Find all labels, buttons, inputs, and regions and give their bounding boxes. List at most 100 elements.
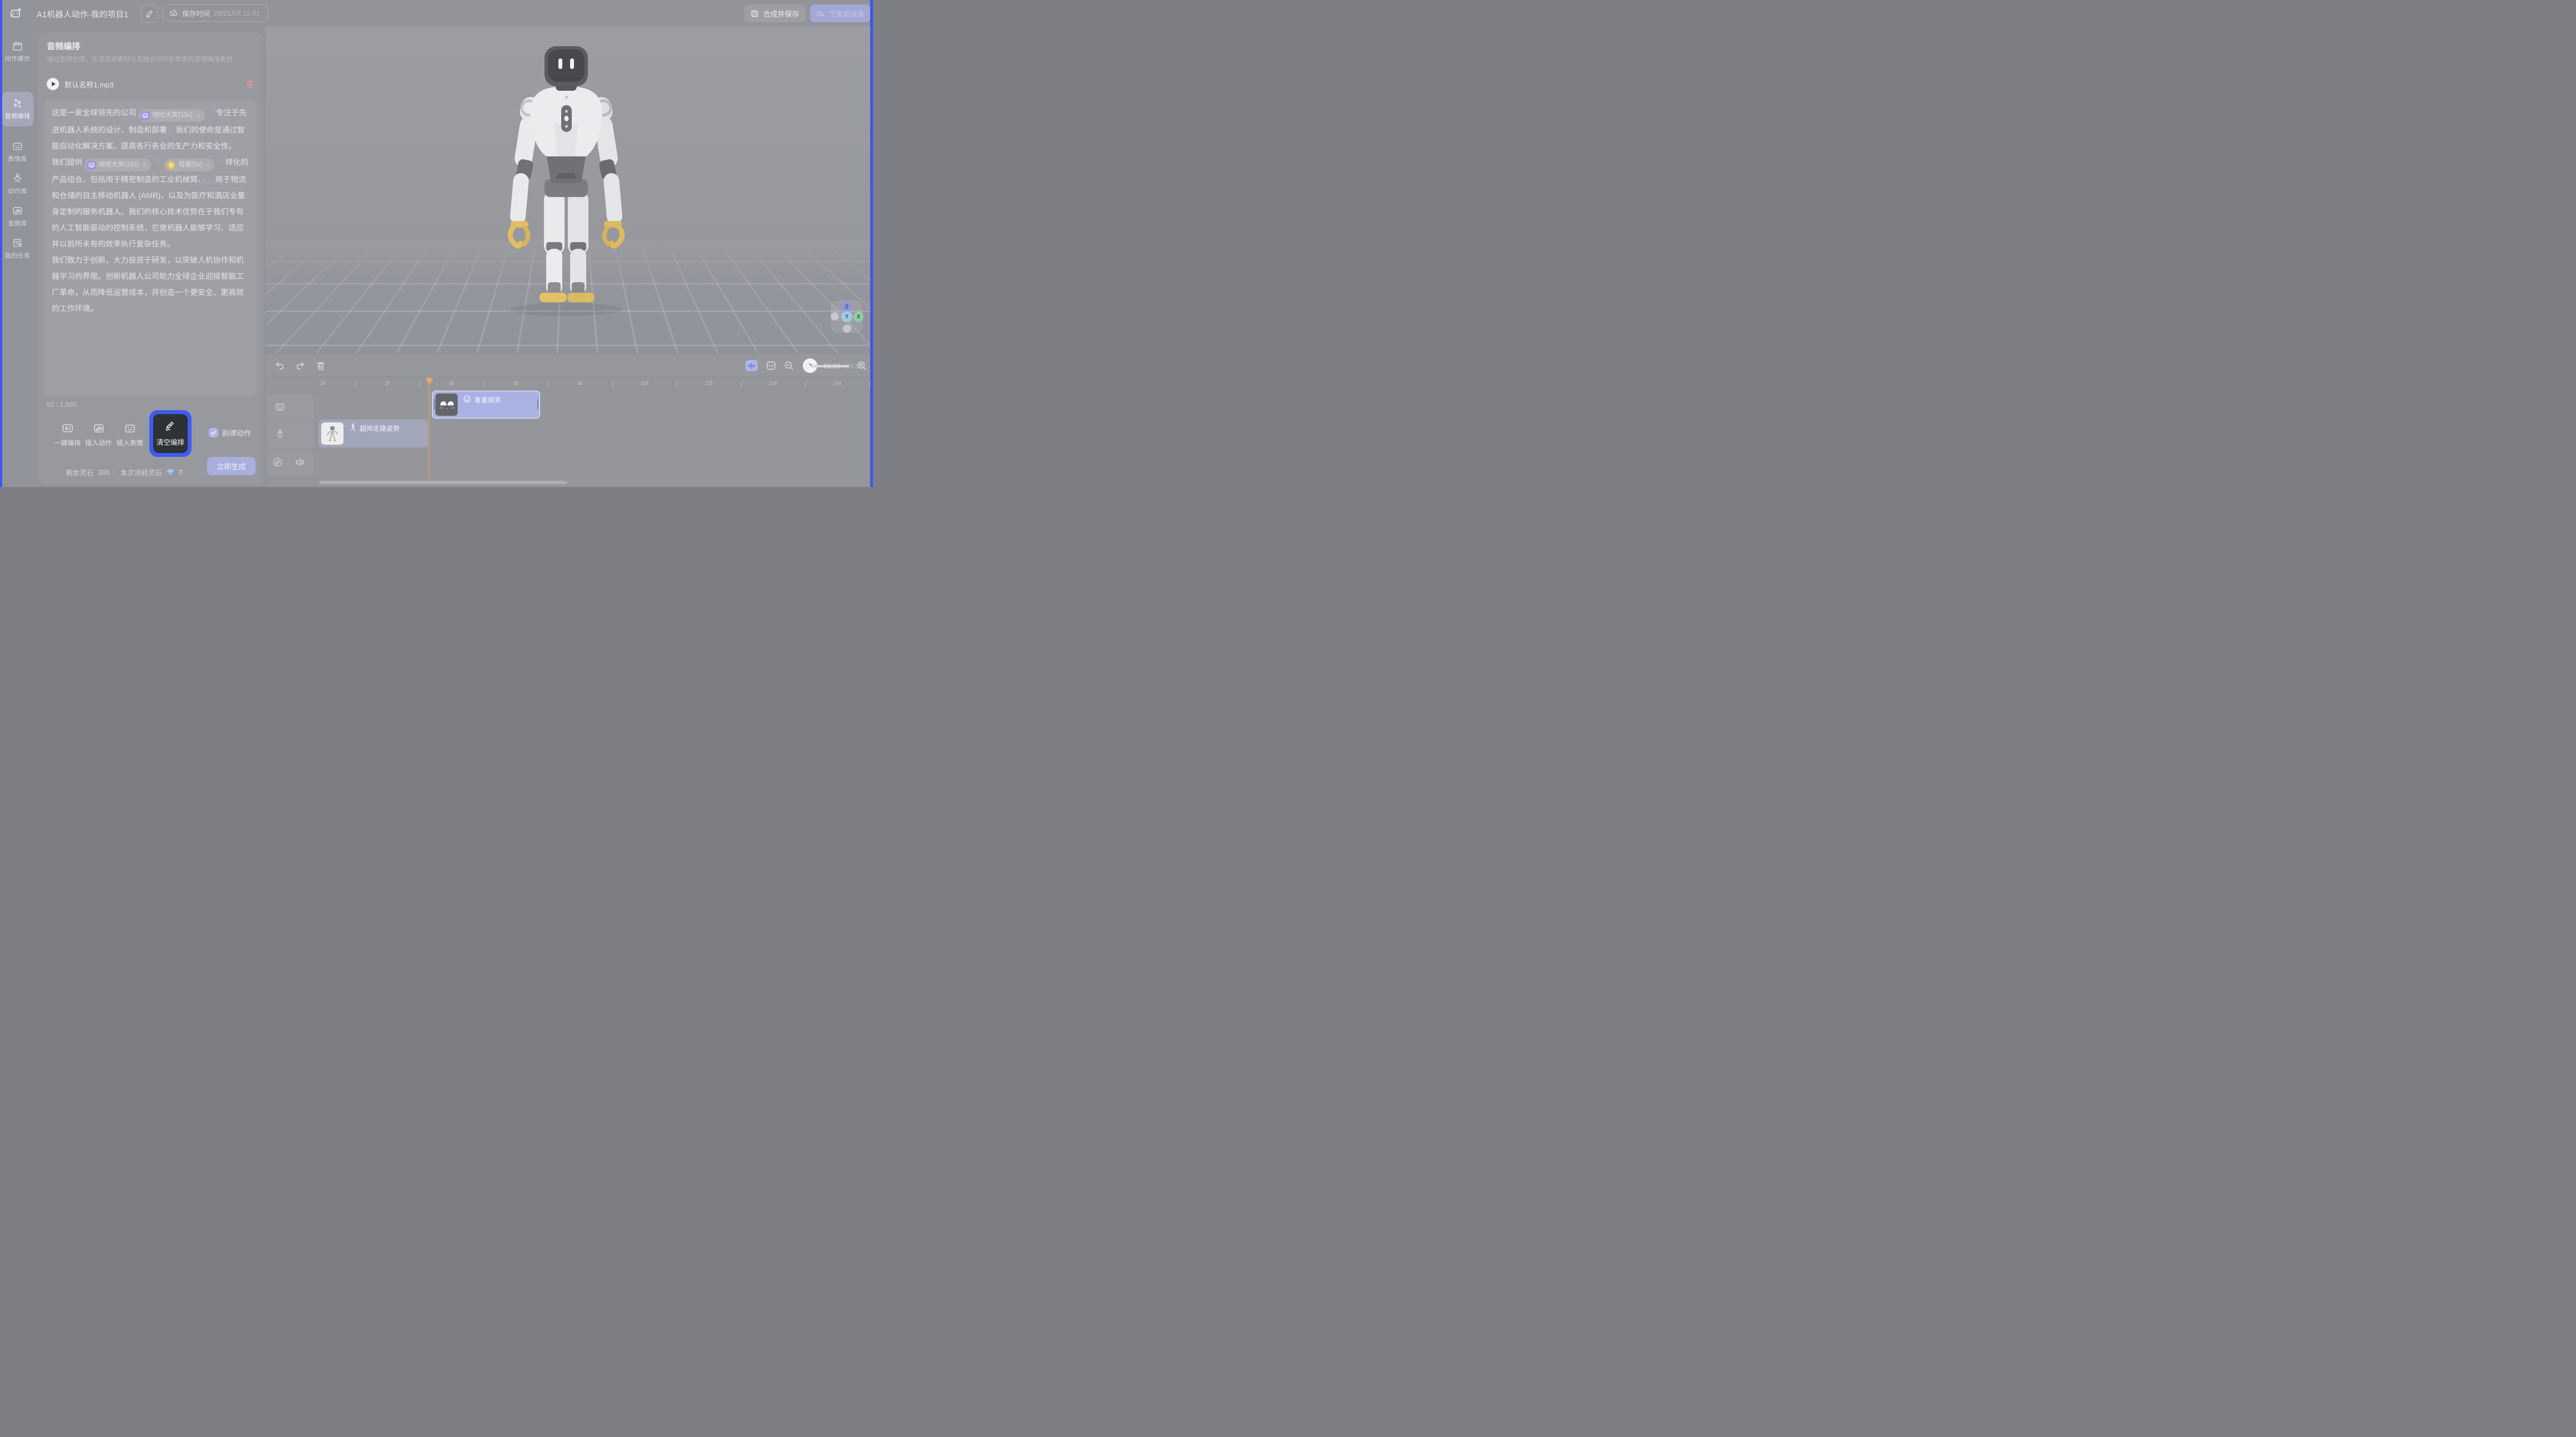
remaining-stones-value: 300 — [98, 469, 110, 476]
sidebar-item-audio-library[interactable]: 音频库 — [0, 205, 35, 228]
generate-now-button[interactable]: 立即生成 — [207, 457, 256, 475]
speaker-icon[interactable] — [295, 457, 305, 467]
deploy-device-button[interactable]: 下发到设备 — [810, 4, 870, 22]
playback-controls-bar: 00:00 / 00:30 — [266, 353, 873, 377]
motion-clip-thumbnail — [321, 422, 344, 445]
audio-play-button[interactable] — [47, 78, 59, 90]
sidebar-item-audio-arrange[interactable]: 音频编排 — [0, 97, 35, 120]
robot-face-icon — [87, 161, 96, 170]
snap-toggle-icon[interactable] — [745, 360, 758, 371]
viewport-3d[interactable]: Z Y X — [266, 26, 870, 353]
one-click-arrange-button[interactable]: 一键编排 — [52, 422, 82, 447]
script-text: 用于物流和仓储的自主移动机器人 (AMR)，以及为医疗和酒店业量身定制的服务机器… — [52, 175, 246, 248]
app-logo-icon — [9, 7, 23, 20]
clear-arrange-button[interactable]: 清空编排 — [153, 414, 188, 453]
timeline-ruler[interactable]: 0f2f4f6f8f10f12f14f16f — [266, 377, 873, 393]
zoom-slider-handle[interactable] — [804, 363, 811, 370]
expression-clip-label: 害羞微笑 — [474, 395, 501, 405]
timeline-zoom-slider[interactable] — [804, 365, 849, 367]
cost-stones-value: 0 — [179, 469, 183, 476]
rename-button[interactable] — [141, 4, 158, 23]
ruler-minor-tick — [612, 382, 613, 387]
sidebar-item-motion-mimic[interactable]: 动作模仿 — [0, 40, 35, 63]
zoom-in-icon[interactable] — [857, 361, 867, 371]
ruler-frame-label: 4f — [449, 381, 454, 387]
audio-arrange-panel: 音频编排 通过音频处理，生成音频素材以及融合动作和表情的音频编排素材 默认名称1… — [38, 32, 263, 485]
robot-model[interactable] — [488, 44, 644, 322]
fit-timeline-icon[interactable] — [766, 360, 777, 371]
remove-tag-icon[interactable]: × — [143, 162, 146, 169]
smiley-icon — [463, 395, 471, 403]
axis-gizmo[interactable]: Z Y X — [831, 301, 863, 333]
sidebar-label: 动作库 — [8, 186, 27, 195]
sidebar-item-motion-library[interactable]: 动作库 — [0, 173, 35, 195]
expression-clip[interactable]: 害羞微笑 — [432, 391, 540, 419]
clear-broom-icon — [164, 420, 176, 432]
track-header-column — [266, 377, 316, 487]
gizmo-neg-x[interactable] — [831, 312, 839, 321]
insert-expression-button[interactable]: 插入表情 — [115, 422, 145, 447]
expression-track-icon — [274, 401, 286, 412]
floppy-icon — [750, 9, 759, 18]
tag-label: 弯腰(5s) — [178, 157, 202, 173]
generate-footer: 剩余灵石 300 | 本次消耗灵石 0 立即生成 — [38, 459, 263, 485]
top-bar: A1机器人动作-我的项目1 保存时间 26/01/03 12:01 合成并保存 … — [0, 0, 873, 26]
generate-now-label: 立即生成 — [217, 461, 246, 471]
person-icon — [12, 173, 23, 184]
project-title: A1机器人动作-我的项目1 — [37, 8, 129, 20]
zoom-out-icon[interactable] — [784, 361, 794, 371]
gem-icon — [166, 469, 174, 476]
expression-tag[interactable]: 哈哈大笑(10s)× — [85, 159, 151, 171]
insert-expression-label: 插入表情 — [116, 438, 143, 447]
redo-icon[interactable] — [295, 361, 305, 371]
span-bracket: 「 — [217, 158, 225, 166]
playhead-handle[interactable] — [426, 380, 433, 385]
music-box-icon — [12, 205, 23, 216]
rhythm-action-toggle[interactable]: 韵律动作 — [209, 427, 251, 438]
checkbox-checked-icon[interactable] — [209, 428, 218, 437]
gizmo-z-axis[interactable]: Z — [842, 302, 852, 312]
screen-edge-left — [0, 0, 2, 487]
timeline-horizontal-scrollbar[interactable] — [319, 481, 567, 484]
audio-file-row: 默认名称1.mp3 — [47, 77, 254, 91]
synthesize-save-button[interactable]: 合成并保存 — [744, 4, 806, 22]
ruler-frame-label: 2f — [385, 381, 389, 387]
cost-stones-label: 本次消耗灵石 — [120, 467, 162, 478]
playhead-line[interactable] — [429, 384, 430, 480]
sidebar-item-my-tasks[interactable]: 我的任务 — [0, 237, 35, 260]
synthesize-save-label: 合成并保存 — [763, 8, 799, 19]
robot-face-icon — [124, 422, 136, 435]
delete-clip-icon[interactable] — [316, 361, 326, 371]
sidebar-item-expression-library[interactable]: 表情库 — [0, 140, 35, 163]
action-tag[interactable]: 弯腰(5s) × — [164, 159, 214, 171]
save-time-value: 26/01/03 12:01 — [214, 9, 260, 17]
deploy-device-label: 下发到设备 — [828, 8, 865, 19]
robot-face-icon — [12, 140, 23, 152]
motion-clip[interactable]: 超帅走路姿势 — [318, 420, 428, 447]
remove-tag-icon[interactable]: × — [197, 112, 200, 119]
gizmo-neg-z[interactable] — [843, 324, 851, 333]
expression-tag[interactable]: 哈哈大笑(10s)× — [139, 109, 205, 122]
one-click-arrange-label: 一键编排 — [54, 438, 81, 447]
script-text: 我们提供 — [52, 158, 82, 166]
gizmo-x-axis[interactable]: X — [853, 312, 863, 322]
ruler-frame-label: 14f — [769, 381, 777, 387]
ai-box-icon — [61, 422, 74, 435]
star-icon — [166, 161, 175, 170]
ruler-frame-label: 16f — [833, 381, 841, 387]
sidebar-label: 我的任务 — [5, 251, 31, 260]
undo-icon[interactable] — [275, 361, 285, 371]
ruler-minor-tick — [419, 382, 420, 387]
insert-action-button[interactable]: 插入动作 — [84, 422, 114, 447]
sidebar-label: 表情库 — [8, 154, 27, 163]
script-editor[interactable]: 这是一家全球领先的公司哈哈大笑(10s)×「专注于先进机器人系统的设计、制造和部… — [45, 99, 257, 396]
left-nav: 动作模仿 音频编排 表情库 动作库 音频库 — [0, 26, 35, 487]
app-window: A1机器人动作-我的项目1 保存时间 26/01/03 12:01 合成并保存 … — [0, 0, 873, 487]
delete-audio-icon[interactable] — [246, 80, 254, 88]
sidebar-label: 音频库 — [8, 219, 27, 228]
script-text: 这是一家全球领先的公司 — [52, 109, 136, 117]
gizmo-y-axis[interactable]: Y — [841, 311, 852, 322]
span-bracket: 」 — [207, 175, 215, 184]
remove-tag-icon[interactable]: × — [206, 162, 210, 169]
span-bracket: 」 — [168, 126, 175, 134]
